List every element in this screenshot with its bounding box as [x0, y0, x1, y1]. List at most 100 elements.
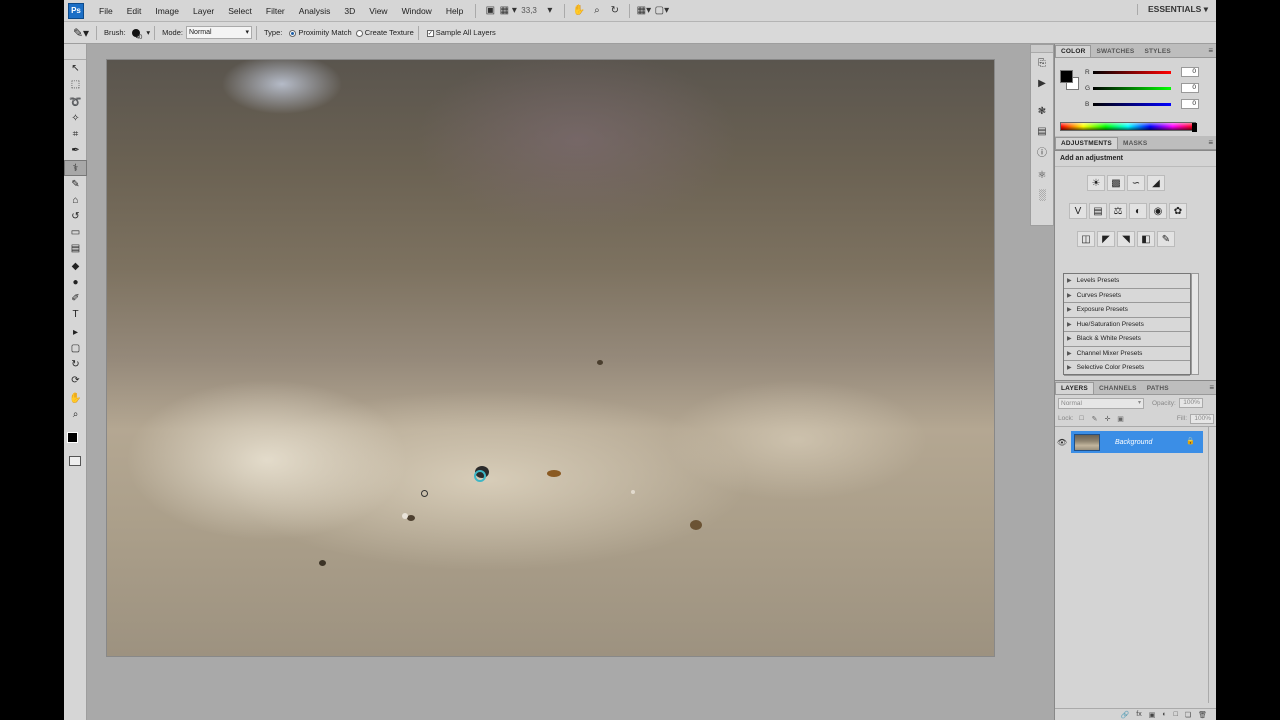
view-extras-icon[interactable]: ▦ ▾	[499, 4, 517, 18]
levels-icon[interactable]: ▩	[1107, 175, 1125, 191]
crop-tool-icon[interactable]: ⌗	[64, 126, 87, 142]
green-value[interactable]: 0	[1181, 83, 1199, 93]
tab-color[interactable]: COLOR	[1055, 45, 1092, 57]
menu-window[interactable]: Window	[395, 6, 439, 16]
tab-masks[interactable]: MASKS	[1118, 138, 1152, 149]
menu-layer[interactable]: Layer	[186, 6, 221, 16]
invert-icon[interactable]: ◫	[1077, 231, 1095, 247]
tab-swatches[interactable]: SWATCHES	[1091, 46, 1139, 57]
tools-panel-grip[interactable]	[64, 44, 86, 60]
type-tool-icon[interactable]: T	[64, 306, 87, 322]
tool-preset-icon[interactable]: ✎▾	[70, 24, 92, 42]
eraser-tool-icon[interactable]: ▭	[64, 224, 87, 240]
workspace-switcher[interactable]: ESSENTIALS ▾	[1136, 4, 1208, 15]
vibrance-icon[interactable]: V	[1069, 203, 1087, 219]
brush-presets-icon[interactable]: ░	[1031, 185, 1053, 205]
path-selection-tool-icon[interactable]: ▸	[64, 324, 87, 340]
preset-item[interactable]: ▶ Selective Color Presets	[1064, 361, 1190, 376]
add-mask-icon[interactable]: ▣	[1149, 711, 1156, 719]
tab-paths[interactable]: PATHS	[1142, 383, 1174, 394]
histogram-icon[interactable]: ▤	[1031, 121, 1053, 141]
curves-icon[interactable]: ∽	[1127, 175, 1145, 191]
selected-layer[interactable]: Background 🔒	[1071, 431, 1203, 453]
foreground-color-swatch[interactable]	[67, 432, 78, 443]
menu-image[interactable]: Image	[148, 6, 186, 16]
menu-select[interactable]: Select	[221, 6, 259, 16]
panel-menu-icon[interactable]: ≡	[1208, 138, 1213, 147]
pen-tool-icon[interactable]: ✐	[64, 290, 87, 306]
menu-edit[interactable]: Edit	[120, 6, 149, 16]
layer-style-icon[interactable]: fx	[1136, 711, 1141, 718]
rotate-view-icon[interactable]: ↻	[606, 4, 624, 18]
clone-stamp-tool-icon[interactable]: ⌂	[64, 192, 87, 208]
menu-file[interactable]: File	[92, 6, 120, 16]
channel-mixer-icon[interactable]: ✿	[1169, 203, 1187, 219]
black-white-icon[interactable]: ◐	[1129, 203, 1147, 219]
mode-select[interactable]: Normal	[186, 26, 252, 39]
screen-mode-icon[interactable]: ▢▾	[653, 4, 671, 18]
gradient-map-icon[interactable]: ◧	[1137, 231, 1155, 247]
lock-pixels-icon[interactable]: ✎	[1090, 414, 1100, 423]
green-slider[interactable]	[1093, 86, 1171, 90]
clone-source-icon[interactable]: ⚛	[1031, 165, 1053, 185]
layer-row[interactable]: 👁 Background 🔒	[1055, 431, 1216, 453]
photo-filter-icon[interactable]: ◉	[1149, 203, 1167, 219]
marquee-tool-icon[interactable]: ⬚	[64, 76, 87, 92]
preset-item[interactable]: ▶ Exposure Presets	[1064, 303, 1190, 318]
layer-name[interactable]: Background	[1115, 439, 1152, 446]
arrange-documents-icon[interactable]: ▦▾	[635, 4, 653, 18]
create-texture-radio[interactable]	[355, 30, 363, 37]
navigator-icon[interactable]: ❃	[1031, 101, 1053, 121]
info-icon[interactable]: ⓘ	[1031, 141, 1053, 161]
tab-styles[interactable]: STYLES	[1139, 46, 1175, 57]
link-layers-icon[interactable]: 🔗	[1121, 711, 1130, 719]
opacity-value[interactable]: 100%	[1178, 398, 1203, 408]
preset-item[interactable]: ▶ Curves Presets	[1064, 289, 1190, 303]
brightness-contrast-icon[interactable]: ☀	[1087, 175, 1105, 191]
panel-menu-icon[interactable]: ≡	[1208, 46, 1213, 55]
preset-item[interactable]: ▶ Channel Mixer Presets	[1064, 347, 1190, 361]
blend-mode-select[interactable]: Normal	[1058, 397, 1144, 409]
new-adjustment-layer-icon[interactable]: ◐	[1162, 711, 1166, 718]
eyedropper-tool-icon[interactable]: ✒	[64, 142, 87, 158]
3d-orbit-tool-icon[interactable]: ⟳	[64, 372, 87, 388]
lock-position-icon[interactable]: ✛	[1103, 414, 1113, 423]
lock-all-icon[interactable]: ▣	[1116, 414, 1126, 423]
tab-adjustments[interactable]: ADJUSTMENTS	[1055, 137, 1118, 149]
lock-transparency-icon[interactable]: □	[1077, 414, 1087, 423]
red-slider[interactable]	[1093, 70, 1171, 74]
presets-scrollbar[interactable]	[1191, 273, 1199, 375]
quick-mask-icon[interactable]	[69, 456, 81, 466]
magic-wand-tool-icon[interactable]: ✧	[64, 110, 87, 126]
exposure-icon[interactable]: ◢	[1147, 175, 1165, 191]
move-tool-icon[interactable]: ↖	[64, 60, 87, 76]
shape-tool-icon[interactable]: ▢	[64, 340, 87, 356]
blur-tool-icon[interactable]: ◆	[64, 258, 87, 274]
history-brush-tool-icon[interactable]: ↺	[64, 208, 87, 224]
color-balance-icon[interactable]: ⚖	[1109, 203, 1127, 219]
spectrum-black-end[interactable]	[1192, 123, 1197, 132]
blue-value[interactable]: 0	[1181, 99, 1199, 109]
layers-scrollbar[interactable]	[1208, 427, 1215, 703]
menu-help[interactable]: Help	[439, 6, 470, 16]
threshold-icon[interactable]: ◥	[1117, 231, 1135, 247]
actions-icon[interactable]: ▶	[1031, 73, 1053, 93]
proximity-match-radio[interactable]	[289, 30, 297, 37]
hue-saturation-icon[interactable]: ▤	[1089, 203, 1107, 219]
preset-item[interactable]: ▶ Hue/Saturation Presets	[1064, 318, 1190, 332]
document-canvas[interactable]	[107, 60, 994, 656]
red-value[interactable]: 0	[1181, 67, 1199, 77]
menu-3d[interactable]: 3D	[337, 6, 362, 16]
menu-filter[interactable]: Filter	[259, 6, 292, 16]
zoom-tool-icon[interactable]: ⌕	[64, 406, 87, 422]
menu-view[interactable]: View	[362, 6, 394, 16]
gradient-tool-icon[interactable]: ▤	[64, 240, 87, 256]
color-spectrum-bar[interactable]	[1060, 122, 1197, 132]
panel-menu-icon[interactable]: ≡	[1209, 383, 1214, 392]
color-foreground-swatch[interactable]	[1060, 70, 1073, 83]
tab-layers[interactable]: LAYERS	[1055, 382, 1094, 394]
3d-rotate-tool-icon[interactable]: ↻	[64, 356, 87, 372]
menu-analysis[interactable]: Analysis	[292, 6, 338, 16]
sample-all-layers-checkbox[interactable]: ✓	[426, 30, 434, 37]
tab-channels[interactable]: CHANNELS	[1094, 383, 1142, 394]
